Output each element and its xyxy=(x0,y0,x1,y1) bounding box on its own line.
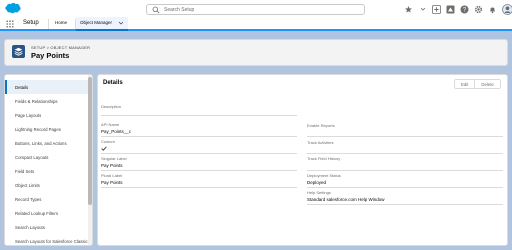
add-icon[interactable] xyxy=(432,4,441,14)
favorites-icon[interactable] xyxy=(404,5,413,14)
delete-button[interactable]: Delete xyxy=(475,79,501,89)
sidebar-item-page-layouts[interactable]: Page Layouts xyxy=(5,108,89,122)
field-divider xyxy=(307,136,503,137)
sidebar-scrollbar[interactable] xyxy=(88,75,92,245)
details-title: Details xyxy=(103,80,123,86)
checkmark-icon xyxy=(101,146,107,151)
sidebar-item-label: Compact Layouts xyxy=(15,155,49,160)
sidebar-item-label: Object Limits xyxy=(15,183,40,188)
object-layers-icon xyxy=(12,45,25,58)
api-name-value: Pay_Points__c xyxy=(101,129,132,134)
sidebar-item-label: Field Sets xyxy=(15,169,35,174)
sidebar-item-compact-layouts[interactable]: Compact Layouts xyxy=(5,150,89,164)
sidebar-item-details[interactable]: Details xyxy=(5,80,89,94)
sidebar-item-label: Details xyxy=(15,85,29,90)
field-divider xyxy=(307,187,503,188)
sidebar-item-lightning-record-pages[interactable]: Lightning Record Pages xyxy=(5,122,89,136)
deployment-status-value: Deployed xyxy=(307,180,327,185)
sidebar-item-object-limits[interactable]: Object Limits xyxy=(5,178,89,192)
custom-label: Custom xyxy=(101,139,115,144)
gear-icon[interactable] xyxy=(474,5,483,14)
singular-label-label: Singular Label xyxy=(101,156,127,161)
sidebar-item-label: Lightning Record Pages xyxy=(15,127,61,132)
sidebar-item-record-types[interactable]: Record Types xyxy=(5,192,89,206)
sidebar-item-buttons-links-actions[interactable]: Buttons, Links, and Actions xyxy=(5,136,89,150)
enable-reports-label: Enable Reports xyxy=(307,123,335,128)
plural-label-value: Pay Points xyxy=(101,180,123,185)
field-divider xyxy=(101,136,297,137)
track-activities-label: Track Activities xyxy=(307,140,334,145)
field-divider xyxy=(101,187,297,188)
deployment-status-label: Deployment Status xyxy=(307,173,341,178)
object-page-header: SETUP > OBJECT MANAGER Pay Points xyxy=(4,39,508,66)
track-field-history-label: Track Field History xyxy=(307,156,341,161)
field-divider xyxy=(101,115,297,116)
details-actions: Edit Delete xyxy=(454,79,501,89)
field-divider xyxy=(101,170,297,171)
field-divider xyxy=(307,170,503,171)
nav-divider xyxy=(48,19,49,29)
header-utility-icons: ? xyxy=(404,3,512,15)
sidebar-item-fields-relationships[interactable]: Fields & Relationships xyxy=(5,94,89,108)
sidebar-item-label: Search Layouts for Salesforce Classic xyxy=(15,239,88,244)
chevron-down-icon[interactable] xyxy=(118,20,124,26)
field-divider xyxy=(307,204,503,205)
singular-label-value: Pay Points xyxy=(101,163,123,168)
sidebar-item-label: Search Layouts xyxy=(15,225,45,230)
breadcrumb[interactable]: SETUP > OBJECT MANAGER xyxy=(31,45,90,50)
app-name: Setup xyxy=(23,20,39,26)
sidebar-item-field-sets[interactable]: Field Sets xyxy=(5,164,89,178)
sidebar-item-search-layouts-classic[interactable]: Search Layouts for Salesforce Classic xyxy=(5,234,89,245)
favorites-list-icon[interactable] xyxy=(418,5,427,14)
help-settings-label: Help Settings xyxy=(307,190,331,195)
setup-search-input[interactable]: Search Setup xyxy=(146,4,365,15)
salesforce-logo-icon[interactable] xyxy=(4,2,21,14)
api-name-label: API Name xyxy=(101,122,120,127)
edit-button[interactable]: Edit xyxy=(454,79,476,89)
help-settings-value: Standard salesforce.com Help Window xyxy=(307,197,385,202)
tab-home-label: Home xyxy=(55,20,68,25)
plural-label-label: Plural Label xyxy=(101,173,123,178)
sidebar-item-related-lookup-filters[interactable]: Related Lookup Filters xyxy=(5,206,89,220)
sidebar-item-label: Related Lookup Filters xyxy=(15,211,58,216)
global-header: Search Setup ? xyxy=(0,0,512,17)
help-icon[interactable]: ? xyxy=(460,5,469,14)
avatar[interactable] xyxy=(502,3,512,15)
sidebar-scrollbar-thumb[interactable] xyxy=(88,77,92,205)
sidebar-item-label: Record Types xyxy=(15,197,42,202)
tab-object-manager[interactable]: Object Manager xyxy=(76,17,128,31)
field-divider xyxy=(307,153,503,154)
bell-icon[interactable] xyxy=(488,5,497,14)
tab-object-manager-label: Object Manager xyxy=(80,20,113,25)
field-divider xyxy=(101,153,297,154)
trailhead-icon[interactable] xyxy=(446,5,455,14)
app-launcher-icon[interactable] xyxy=(6,20,14,28)
sidebar-item-label: Page Layouts xyxy=(15,113,42,118)
description-label: Description xyxy=(101,104,122,109)
nav-bar: Setup Home Object Manager xyxy=(0,17,512,31)
details-panel: Details Edit Delete Description API Name… xyxy=(97,74,508,246)
object-sidebar: Details Fields & Relationships Page Layo… xyxy=(4,74,93,246)
tab-home[interactable]: Home xyxy=(51,17,71,29)
sidebar-item-label: Buttons, Links, and Actions xyxy=(15,141,67,146)
search-placeholder: Search Setup xyxy=(164,7,195,13)
sidebar-item-search-layouts[interactable]: Search Layouts xyxy=(5,220,89,234)
search-icon xyxy=(152,6,160,14)
page-title: Pay Points xyxy=(31,51,70,60)
sidebar-item-label: Fields & Relationships xyxy=(15,99,58,104)
